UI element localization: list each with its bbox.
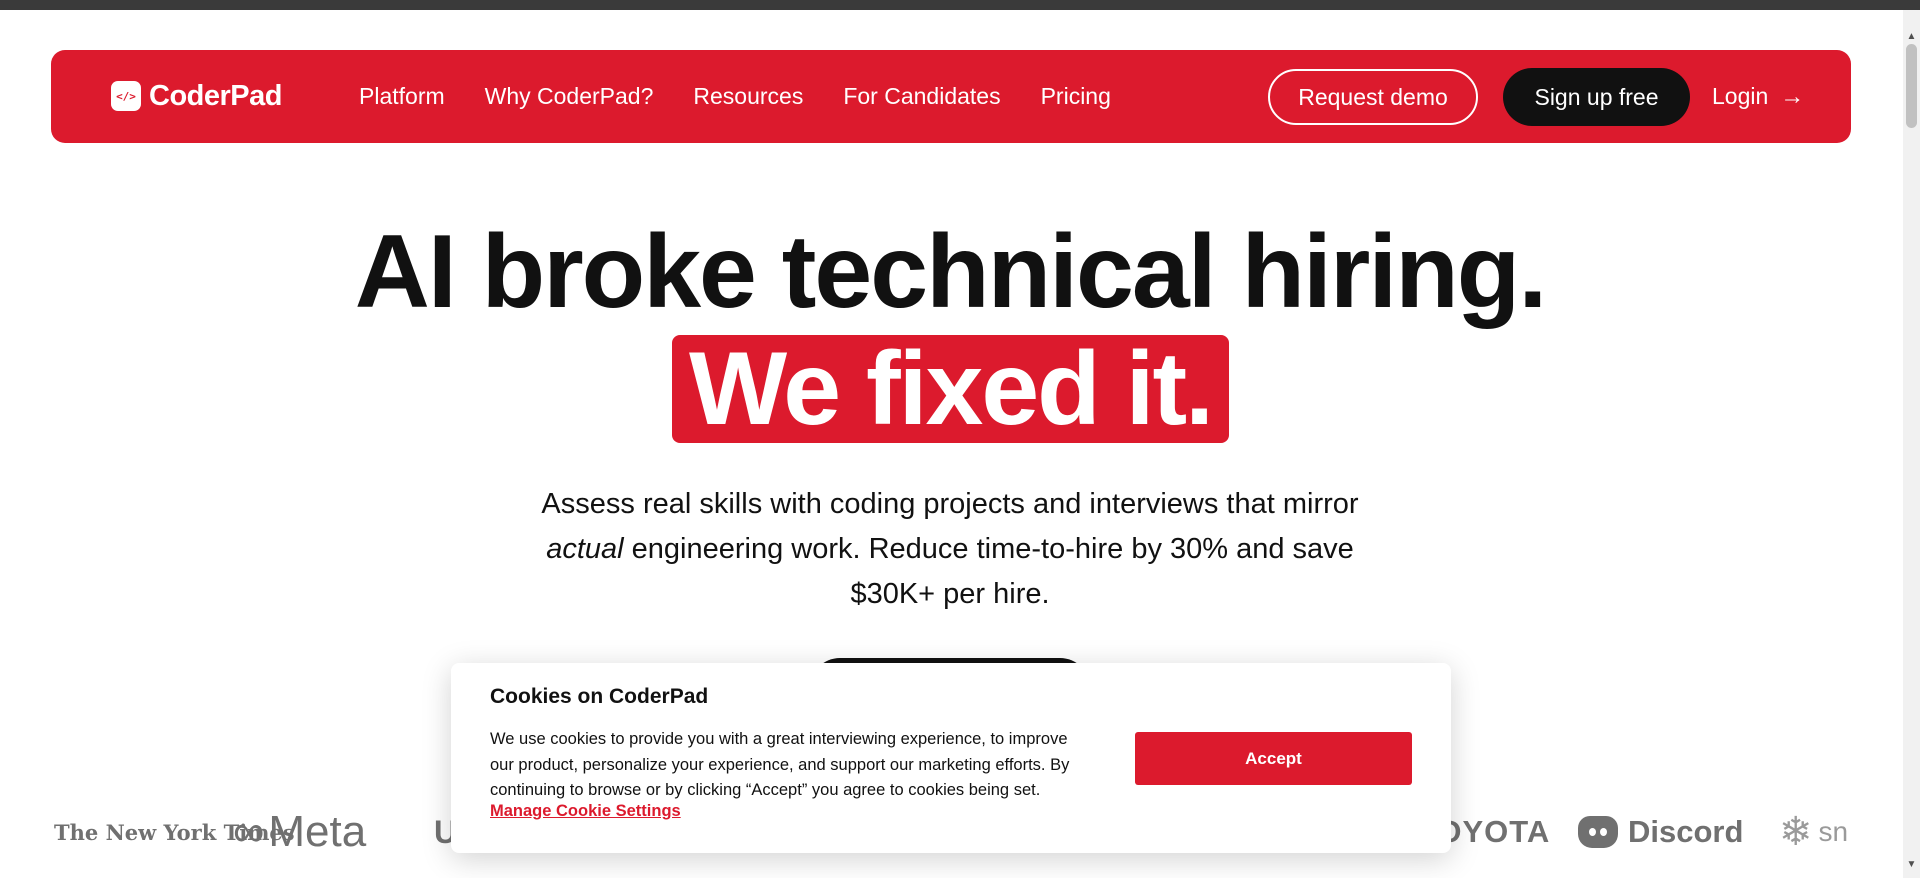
- logo-text: CoderPad: [149, 79, 282, 112]
- login-label: Login: [1712, 83, 1769, 109]
- vertical-scrollbar[interactable]: ▲ ▼: [1903, 10, 1920, 878]
- scrollbar-thumb[interactable]: [1906, 44, 1917, 128]
- browser-top-strip: [0, 0, 1920, 10]
- subtitle-emphasis: actual: [546, 533, 624, 565]
- manage-cookie-settings-link[interactable]: Manage Cookie Settings: [490, 802, 681, 821]
- hero-headline: AI broke technical hiring.: [354, 214, 1547, 330]
- scroll-up-arrow-icon[interactable]: ▲: [1903, 28, 1920, 45]
- meta-logo: ∞ Meta: [233, 800, 366, 864]
- login-link[interactable]: Login →: [1712, 50, 1804, 143]
- hero-subtitle: Assess real skills with coding projects …: [520, 482, 1380, 617]
- request-demo-button[interactable]: Request demo: [1268, 69, 1478, 125]
- cookie-title: Cookies on CoderPad: [490, 685, 709, 708]
- coderpad-logo[interactable]: </> CoderPad: [111, 79, 282, 113]
- nav-link-platform[interactable]: Platform: [359, 83, 445, 110]
- accept-cookies-button[interactable]: Accept: [1135, 732, 1412, 785]
- discord-icon: [1578, 816, 1618, 848]
- cookie-banner: Cookies on CoderPad We use cookies to pr…: [451, 663, 1451, 853]
- main-navbar: </> CoderPad Platform Why CoderPad? Reso…: [51, 50, 1851, 143]
- sign-up-free-button[interactable]: Sign up free: [1503, 68, 1690, 126]
- snowflake-wordmark: sn: [1818, 816, 1849, 847]
- scroll-down-arrow-icon[interactable]: ▼: [1903, 856, 1920, 873]
- nav-links: Platform Why CoderPad? Resources For Can…: [359, 50, 1151, 143]
- snowflake-icon: ❄: [1779, 810, 1813, 854]
- meta-infinity-icon: ∞: [233, 807, 265, 856]
- arrow-right-icon: →: [1780, 82, 1805, 110]
- discord-logo: Discord: [1578, 800, 1743, 864]
- snowflake-logo: ❄ sn: [1779, 800, 1848, 864]
- nav-link-why-coderpad[interactable]: Why CoderPad?: [485, 83, 654, 110]
- nav-link-resources[interactable]: Resources: [693, 83, 803, 110]
- code-brackets-icon: </>: [111, 81, 141, 111]
- nav-link-pricing[interactable]: Pricing: [1041, 83, 1111, 110]
- meta-wordmark: Meta: [268, 807, 367, 856]
- nav-link-for-candidates[interactable]: For Candidates: [843, 83, 1000, 110]
- cookie-description: We use cookies to provide you with a gre…: [490, 730, 1070, 799]
- hero-highlight: We fixed it.: [672, 335, 1229, 443]
- subtitle-text-end: engineering work. Reduce time-to-hire by…: [623, 533, 1354, 610]
- discord-wordmark: Discord: [1628, 814, 1744, 849]
- subtitle-text-start: Assess real skills with coding projects …: [541, 488, 1359, 520]
